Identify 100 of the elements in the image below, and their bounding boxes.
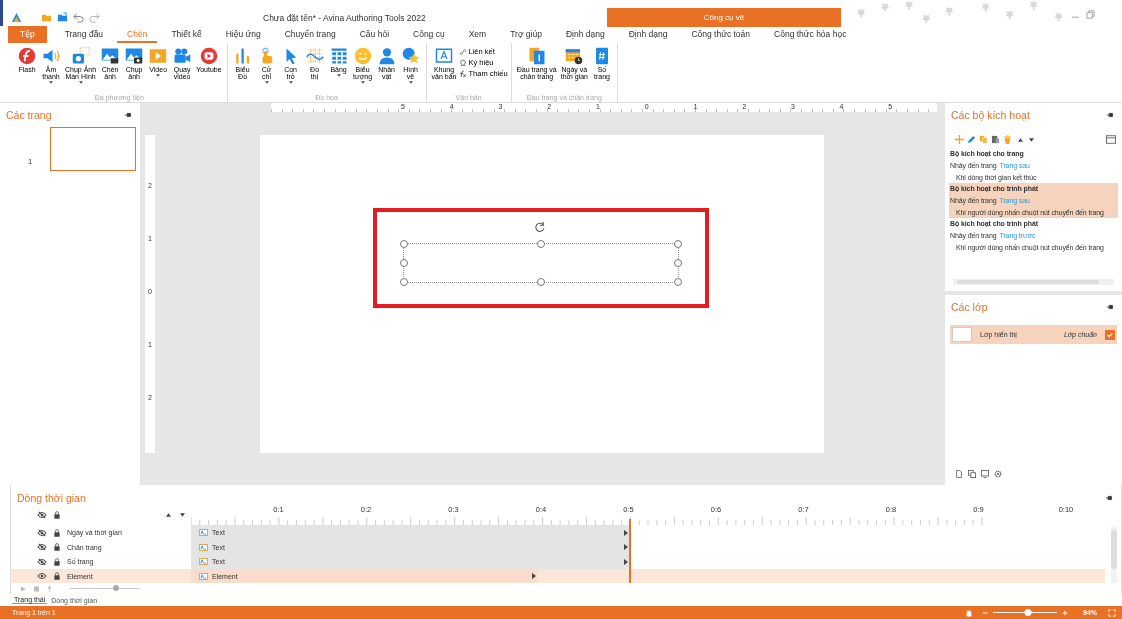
ribbon-tab[interactable]: Công cụ: [403, 26, 455, 43]
speaker-icon: [42, 47, 60, 65]
redo-icon[interactable]: [89, 12, 100, 23]
pin-icon[interactable]: [1105, 494, 1113, 503]
panel-layout-icon[interactable]: [1106, 135, 1116, 144]
resize-handle[interactable]: [400, 278, 408, 286]
layer-thumbnail: [952, 327, 972, 342]
ribbon-tab[interactable]: Trợ giúp: [500, 26, 552, 43]
lock-icon[interactable]: [54, 572, 60, 581]
stop-icon[interactable]: [34, 585, 39, 592]
folder-icon[interactable]: [41, 12, 52, 23]
move-up-icon[interactable]: [1018, 137, 1023, 142]
text-icon: [199, 529, 208, 537]
move-down-icon[interactable]: [180, 513, 185, 518]
caret-icon: [49, 81, 53, 84]
image-icon: [101, 47, 120, 65]
ribbon-tab[interactable]: Định dạng: [618, 26, 678, 43]
shape-icon: [401, 47, 420, 65]
play-marker-icon: [532, 573, 536, 580]
hidden-eye-icon[interactable]: [37, 557, 47, 566]
caret-icon: [408, 81, 413, 84]
camera-icon: [71, 47, 90, 65]
flash-icon: [18, 47, 36, 65]
bell-icon[interactable]: [965, 608, 973, 617]
logo-icon: [11, 12, 22, 23]
graph-icon: [305, 47, 324, 65]
horizontal-scrollbar[interactable]: [953, 279, 1114, 285]
pencil-icon[interactable]: [967, 135, 976, 144]
save-icon[interactable]: [57, 12, 68, 23]
move-up-icon[interactable]: [166, 513, 171, 518]
lock-icon[interactable]: [54, 511, 60, 520]
vertical-scrollbar[interactable]: [1111, 527, 1117, 584]
resize-handle[interactable]: [537, 240, 545, 248]
settings-icon[interactable]: [994, 470, 1002, 478]
play-icon[interactable]: [21, 585, 26, 592]
hidden-eye-icon[interactable]: [37, 511, 47, 520]
ribbon-tab[interactable]: Công thức toán: [681, 26, 761, 43]
ribbon-tab[interactable]: Xem: [458, 26, 497, 43]
resize-handle[interactable]: [674, 259, 682, 267]
resize-handle[interactable]: [674, 240, 682, 248]
context-tab-header: Công cụ vẽ: [607, 8, 841, 27]
lock-icon[interactable]: [54, 557, 60, 566]
panel-title: Các trang: [6, 109, 52, 121]
hidden-eye-icon[interactable]: [37, 543, 47, 552]
caret-icon: [336, 74, 341, 77]
add-icon[interactable]: [955, 135, 964, 144]
checkbox[interactable]: [1105, 329, 1115, 340]
calendar-icon: [565, 47, 584, 65]
caret-icon: [360, 81, 365, 84]
screen-icon[interactable]: [981, 470, 989, 478]
smiley-icon: [353, 47, 372, 65]
restore-icon[interactable]: [1086, 10, 1095, 19]
undo-icon[interactable]: [73, 12, 84, 23]
panel-title: Các lớp: [951, 301, 988, 313]
pin-icon[interactable]: [1106, 111, 1114, 119]
paste-icon[interactable]: [991, 135, 1000, 144]
ribbon-tab[interactable]: Định dạng: [555, 26, 615, 43]
photo-icon: [125, 47, 144, 65]
zoom-in-icon[interactable]: [1062, 609, 1068, 616]
text-icon: [199, 543, 208, 551]
camcorder-icon: [173, 47, 192, 65]
caret-icon: [288, 81, 293, 84]
lock-icon[interactable]: [54, 528, 60, 537]
resize-handle[interactable]: [400, 259, 408, 267]
youtube-icon: [199, 47, 218, 65]
window-title: Chưa đặt tên* - Avina Authoring Tools 2022: [263, 12, 427, 23]
lock-icon[interactable]: [54, 543, 60, 552]
caret-icon: [264, 81, 269, 84]
ribbon-tab[interactable]: Câu hỏi: [349, 26, 400, 43]
zoom-out-icon[interactable]: [982, 609, 988, 616]
copy-icon[interactable]: [979, 135, 988, 144]
caret-icon: [156, 74, 161, 77]
ribbon-tab[interactable]: Thiết kế: [161, 26, 212, 43]
function-icon: [458, 69, 467, 78]
text-icon: [199, 572, 208, 580]
page-thumbnail[interactable]: [50, 127, 137, 171]
resize-handle[interactable]: [674, 278, 682, 286]
ribbon-tab[interactable]: Công thức hóa học: [764, 26, 857, 43]
pin-icon[interactable]: [124, 111, 132, 119]
ribbon-tab[interactable]: Hiệu ứng: [215, 26, 271, 43]
pin-icon[interactable]: [1106, 303, 1114, 311]
header-footer-icon: [527, 47, 546, 65]
duplicate-icon[interactable]: [968, 470, 976, 478]
table-icon: [329, 47, 348, 65]
rotate-handle-icon[interactable]: [535, 222, 546, 233]
link-icon: [458, 47, 467, 56]
panel-title: Các bộ kích hoạt: [951, 109, 1030, 121]
delete-icon[interactable]: [1003, 135, 1012, 144]
ribbon-tab[interactable]: Chuyển trang: [274, 26, 346, 43]
bar-chart-icon: [233, 47, 252, 65]
resize-handle[interactable]: [400, 240, 408, 248]
microphone-icon[interactable]: [47, 585, 52, 592]
eye-icon[interactable]: [37, 572, 47, 581]
hidden-eye-icon[interactable]: [37, 528, 47, 537]
fit-screen-icon[interactable]: [1108, 608, 1116, 617]
move-down-icon[interactable]: [1029, 137, 1034, 142]
new-page-icon[interactable]: [955, 470, 963, 478]
text-icon: [199, 558, 208, 566]
resize-handle[interactable]: [537, 278, 545, 286]
ribbon-tab[interactable]: Trang đầu: [54, 26, 114, 43]
